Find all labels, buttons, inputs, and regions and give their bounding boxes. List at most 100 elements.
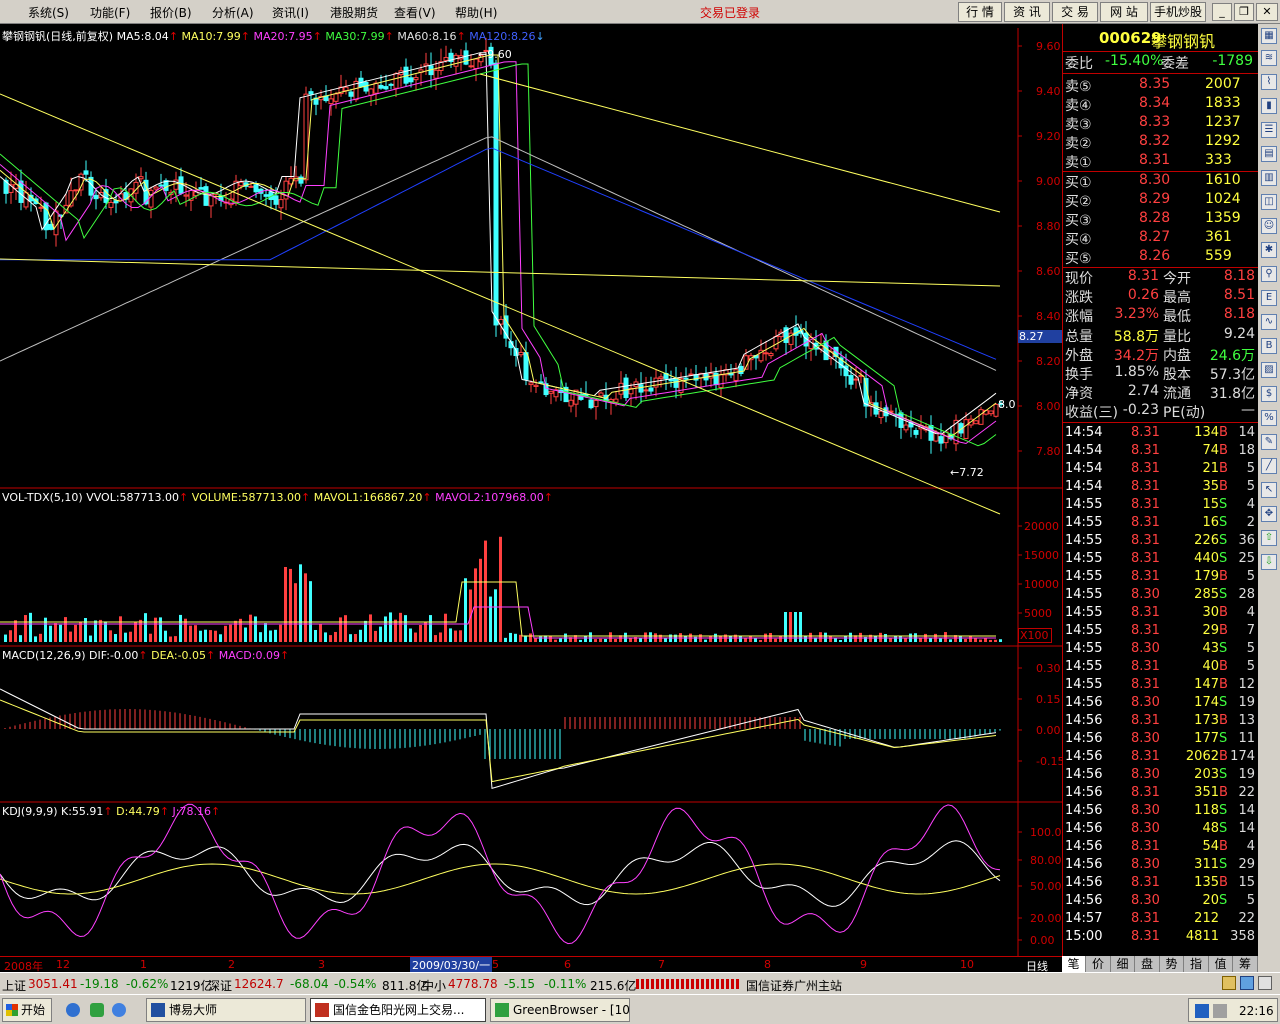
menu-hk-futures[interactable]: 港股期货	[330, 4, 378, 21]
quote-tab[interactable]: 笔	[1062, 956, 1086, 972]
trade-tick-row: 14:55 8.31 29 B 7	[1065, 623, 1257, 641]
restore-icon[interactable]: ❐	[1234, 3, 1254, 21]
tray-icon[interactable]	[1195, 1004, 1209, 1018]
menu-view[interactable]: 查看(V)	[394, 4, 436, 21]
draw-icon[interactable]: ✎	[1261, 434, 1277, 450]
mavol1-line	[0, 581, 996, 637]
quote-button[interactable]: 行 情	[958, 2, 1002, 22]
menu-help[interactable]: 帮助(H)	[455, 4, 497, 21]
website-button[interactable]: 网 站	[1100, 2, 1148, 22]
task-boyi[interactable]: 博易大师	[146, 998, 306, 1022]
tick-volume: 15	[1202, 497, 1219, 512]
volume-bar	[324, 632, 327, 642]
percent-icon[interactable]: %	[1261, 410, 1277, 426]
tick-volume: 4811	[1185, 929, 1219, 944]
volume-bar	[109, 630, 112, 642]
menu-info[interactable]: 资讯(I)	[272, 4, 309, 21]
quote-tab[interactable]: 筹	[1234, 956, 1258, 972]
menu-function[interactable]: 功能(F)	[90, 4, 130, 21]
wave-icon[interactable]: ∿	[1261, 314, 1277, 330]
sh-change: -19.18	[80, 977, 119, 991]
line-tool-icon[interactable]: ╱	[1261, 458, 1277, 474]
menu-analysis[interactable]: 分析(A)	[212, 4, 254, 21]
bid-level-row[interactable]: 买② 8.29 1024	[1065, 191, 1257, 210]
volume-bar	[404, 615, 407, 642]
dollar-icon[interactable]: $	[1261, 386, 1277, 402]
minimize-icon[interactable]: _	[1212, 3, 1232, 21]
quote-tab[interactable]: 细	[1111, 956, 1135, 972]
close-icon[interactable]: ✕	[1256, 3, 1278, 21]
bid-level-row[interactable]: 买④ 8.27 361	[1065, 229, 1257, 248]
stats-icon[interactable]: ▨	[1261, 362, 1277, 378]
greenbrowser-icon[interactable]	[90, 1003, 104, 1017]
ask-level-row[interactable]: 卖① 8.31 333	[1065, 152, 1257, 171]
folder-icon[interactable]: ◫	[1261, 194, 1277, 210]
trend-line[interactable]	[479, 73, 1001, 213]
ask-level-row[interactable]: 卖⑤ 8.35 2007	[1065, 76, 1257, 95]
tick-count: 18	[1238, 443, 1255, 458]
etf-icon[interactable]: E	[1261, 290, 1277, 306]
quote-tab[interactable]: 指	[1185, 956, 1209, 972]
tick-time: 14:55	[1065, 569, 1103, 584]
ask-level-row[interactable]: 卖③ 8.33 1237	[1065, 114, 1257, 133]
volume-bar	[559, 638, 562, 642]
tick-side: S	[1219, 695, 1228, 710]
mobile-trading-button[interactable]: 手机炒股	[1150, 2, 1206, 22]
ask-level-label: 卖④	[1065, 98, 1092, 114]
zoom-icon[interactable]: ⚲	[1261, 266, 1277, 282]
ask-level-row[interactable]: 卖④ 8.34 1833	[1065, 95, 1257, 114]
quote-tab[interactable]: 盘	[1136, 956, 1160, 972]
bid-level-row[interactable]: 买⑤ 8.26 559	[1065, 248, 1257, 267]
toolbar-icon-1[interactable]: ▦	[1261, 28, 1277, 44]
volume-bar	[269, 630, 272, 642]
volume-icon[interactable]	[1213, 1004, 1227, 1018]
tick-volume: 54	[1202, 839, 1219, 854]
toolbar-icon-2[interactable]: ≋	[1261, 50, 1277, 66]
candle	[533, 384, 539, 387]
chart-icon[interactable]: ⌇	[1261, 74, 1277, 90]
task-greenbrowser[interactable]: GreenBrowser - [10.22...	[490, 998, 630, 1022]
trend-line[interactable]	[0, 258, 1001, 287]
tick-side: B	[1219, 677, 1228, 692]
volume-bar	[579, 639, 582, 642]
volume-bar	[214, 630, 217, 642]
move-icon[interactable]: ✥	[1261, 506, 1277, 522]
arrow-up-icon[interactable]: ⇧	[1261, 530, 1277, 546]
volume-bar	[174, 636, 177, 642]
tick-time: 14:55	[1065, 587, 1103, 602]
bsi-icon[interactable]: B	[1261, 338, 1277, 354]
menu-quote[interactable]: 报价(B)	[150, 4, 192, 21]
tick-time: 14:56	[1065, 749, 1103, 764]
tick-count: 11	[1238, 731, 1255, 746]
candle	[373, 82, 379, 94]
quote-tab[interactable]: 价	[1087, 956, 1111, 972]
ie-quick-icon[interactable]	[112, 1003, 126, 1017]
pointer-icon[interactable]: ↖	[1261, 482, 1277, 498]
bid-level-row[interactable]: 买① 8.30 1610	[1065, 172, 1257, 191]
ask-level-row[interactable]: 卖② 8.32 1292	[1065, 133, 1257, 152]
bid-level-row[interactable]: 买③ 8.28 1359	[1065, 210, 1257, 229]
settings-icon[interactable]	[1258, 976, 1272, 990]
list-icon[interactable]: ☰	[1261, 122, 1277, 138]
arrow-down-icon[interactable]: ⇩	[1261, 554, 1277, 570]
quote-tab[interactable]: 势	[1160, 956, 1184, 972]
tick-price: 8.31	[1131, 569, 1160, 584]
menu-system[interactable]: 系统(S)	[28, 4, 69, 21]
ie-icon[interactable]	[66, 1003, 80, 1017]
tick-price: 8.31	[1131, 443, 1160, 458]
volume-bar	[979, 639, 982, 642]
candle-icon[interactable]: ▮	[1261, 98, 1277, 114]
task-guosen-trade[interactable]: 国信金色阳光网上交易...	[310, 998, 486, 1022]
quote-tab[interactable]: 值	[1209, 956, 1233, 972]
users-icon[interactable]: ☺	[1261, 218, 1277, 234]
tick-time: 14:57	[1065, 911, 1103, 926]
start-button[interactable]: 开始	[2, 998, 52, 1022]
kline-chart-area[interactable]: 9.60 9.40 9.20 9.00 8.80 8.60 8.40 8.20 8.00 7.80…	[0, 24, 1069, 972]
candle	[538, 381, 544, 384]
x-label-aug: 8	[764, 958, 771, 971]
tools-icon[interactable]: ✱	[1261, 242, 1277, 258]
news-button[interactable]: 资 讯	[1004, 2, 1050, 22]
trade-button[interactable]: 交 易	[1052, 2, 1098, 22]
table-icon[interactable]: ▤	[1261, 146, 1277, 162]
grid-icon[interactable]: ▥	[1261, 170, 1277, 186]
